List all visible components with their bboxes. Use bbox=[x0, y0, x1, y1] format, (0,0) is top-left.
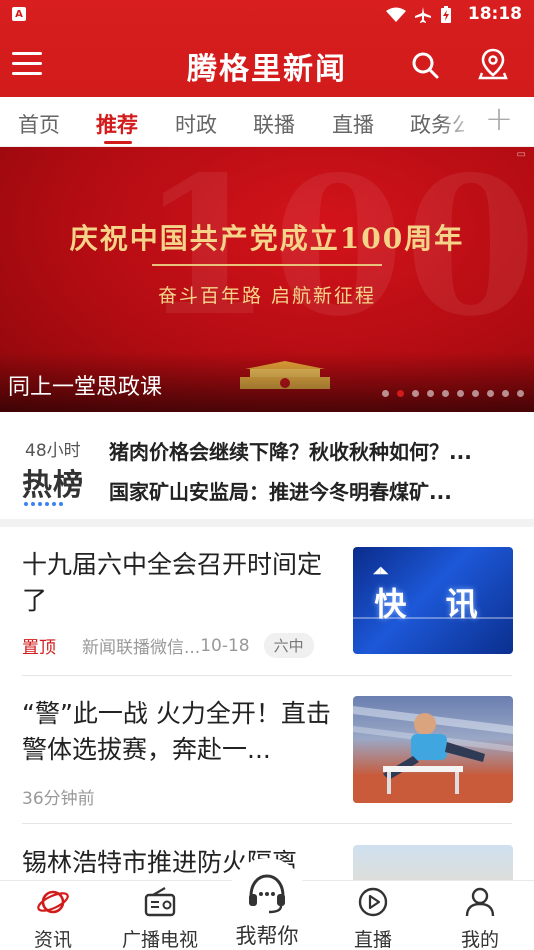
pager-dot[interactable] bbox=[502, 390, 509, 397]
nav-label: 资讯 bbox=[33, 929, 72, 950]
thumbnail-stripe bbox=[353, 617, 513, 619]
hot-list: 48小时 热榜 猪肉价格会继续下降？秋收秋种如何？... 国家矿山安监局：推进今… bbox=[0, 412, 534, 520]
news-source: 新闻联播微信... bbox=[82, 638, 201, 658]
nav-radio-tv[interactable]: 广播电视 bbox=[110, 881, 210, 950]
nav-news[interactable]: 资讯 bbox=[3, 881, 103, 950]
play-icon bbox=[358, 887, 388, 917]
nav-label: 我帮你 bbox=[235, 924, 299, 948]
banner-corner-logo: ▭ bbox=[516, 149, 526, 160]
pager-dot[interactable] bbox=[427, 390, 434, 397]
banner-rule bbox=[152, 264, 382, 266]
section-separator bbox=[0, 519, 534, 527]
status-bar: A 18:18 bbox=[0, 0, 534, 30]
pager-dot[interactable] bbox=[442, 390, 449, 397]
news-thumbnail[interactable] bbox=[353, 696, 513, 803]
app-screen: A 18:18 腾格里新闻 首页 推荐 时政 联播 直播 政务公 + 100 ▭ bbox=[0, 0, 534, 950]
tab-live[interactable]: 直播 bbox=[332, 109, 374, 139]
tab-politics[interactable]: 时政 bbox=[175, 109, 217, 139]
planet-icon bbox=[37, 890, 69, 914]
hot-item[interactable]: 猪肉价格会继续下降？秋收秋种如何？... bbox=[109, 436, 509, 465]
nav-label: 广播电视 bbox=[121, 929, 198, 950]
banner-carousel[interactable]: 100 ▭ 庆祝中国共产党成立100周年 奋斗百年路 启航新征程 同上一堂思政课 bbox=[0, 147, 534, 412]
pager-dot[interactable] bbox=[487, 390, 494, 397]
hot-dots-icon bbox=[24, 502, 63, 506]
tab-recommend[interactable]: 推荐 bbox=[96, 109, 138, 139]
pager-dot[interactable] bbox=[457, 390, 464, 397]
app-title: 腾格里新闻 bbox=[187, 52, 347, 87]
hot-item[interactable]: 国家矿山安监局：推进今冬明春煤矿... bbox=[109, 476, 509, 505]
nav-mine[interactable]: 我的 bbox=[430, 881, 530, 950]
pager-dot[interactable] bbox=[412, 390, 419, 397]
hot-title[interactable]: 热榜 bbox=[22, 460, 84, 504]
news-meta: 置顶 新闻联播微信... 10-18 六中 bbox=[22, 633, 314, 658]
nav-label: 直播 bbox=[353, 929, 392, 950]
athlete-photo bbox=[353, 706, 513, 803]
news-title[interactable]: “警”此一战 火力全开！直击警体选拔赛，奔赴一... bbox=[22, 696, 332, 768]
news-time: 36分钟前 bbox=[22, 789, 95, 809]
banner-pager bbox=[382, 390, 524, 397]
sim-icon: A bbox=[12, 7, 26, 21]
news-meta: 36分钟前 bbox=[22, 784, 95, 809]
user-icon bbox=[465, 887, 495, 917]
tab-fade bbox=[440, 97, 480, 145]
pinned-label: 置顶 bbox=[22, 638, 56, 658]
banner-headline: 庆祝中国共产党成立100周年 bbox=[69, 222, 465, 255]
nav-help-me[interactable]: 我帮你 bbox=[222, 858, 312, 950]
app-bar: 腾格里新闻 bbox=[0, 30, 534, 97]
list-divider bbox=[22, 823, 512, 824]
status-icons bbox=[386, 6, 452, 24]
channel-logo-icon: ◢◣ bbox=[373, 565, 389, 576]
search-icon[interactable] bbox=[410, 50, 440, 80]
list-divider bbox=[22, 675, 512, 676]
news-thumbnail[interactable]: ◢◣ 快 讯 bbox=[353, 547, 513, 654]
headset-icon bbox=[249, 874, 285, 914]
location-icon[interactable] bbox=[478, 48, 508, 80]
add-channel-icon[interactable]: + bbox=[482, 101, 516, 141]
status-time: 18:18 bbox=[467, 4, 522, 24]
pager-dot-active[interactable] bbox=[397, 390, 404, 397]
news-title[interactable]: 十九届六中全会召开时间定了 bbox=[22, 547, 332, 619]
banner-caption: 同上一堂思政课 bbox=[8, 375, 163, 400]
news-date: 10-18 bbox=[200, 635, 250, 656]
tab-home[interactable]: 首页 bbox=[18, 109, 60, 139]
pager-dot[interactable] bbox=[472, 390, 479, 397]
wifi-icon bbox=[386, 7, 406, 22]
channel-tabs: 首页 推荐 时政 联播 直播 政务公 + bbox=[0, 97, 534, 147]
airplane-icon bbox=[415, 7, 431, 23]
pager-dot[interactable] bbox=[517, 390, 524, 397]
news-tag[interactable]: 六中 bbox=[263, 633, 314, 658]
pager-dot[interactable] bbox=[382, 390, 389, 397]
battery-icon bbox=[441, 6, 451, 23]
radio-icon bbox=[144, 887, 176, 917]
nav-label: 我的 bbox=[460, 929, 499, 950]
nav-live[interactable]: 直播 bbox=[323, 881, 423, 950]
tab-active-indicator bbox=[104, 141, 132, 144]
hot-period-label: 48小时 bbox=[25, 441, 81, 461]
tab-xinwen-lianbo[interactable]: 联播 bbox=[253, 109, 295, 139]
app-header: A 18:18 腾格里新闻 bbox=[0, 0, 534, 97]
banner-subline: 奋斗百年路 启航新征程 bbox=[157, 285, 377, 307]
